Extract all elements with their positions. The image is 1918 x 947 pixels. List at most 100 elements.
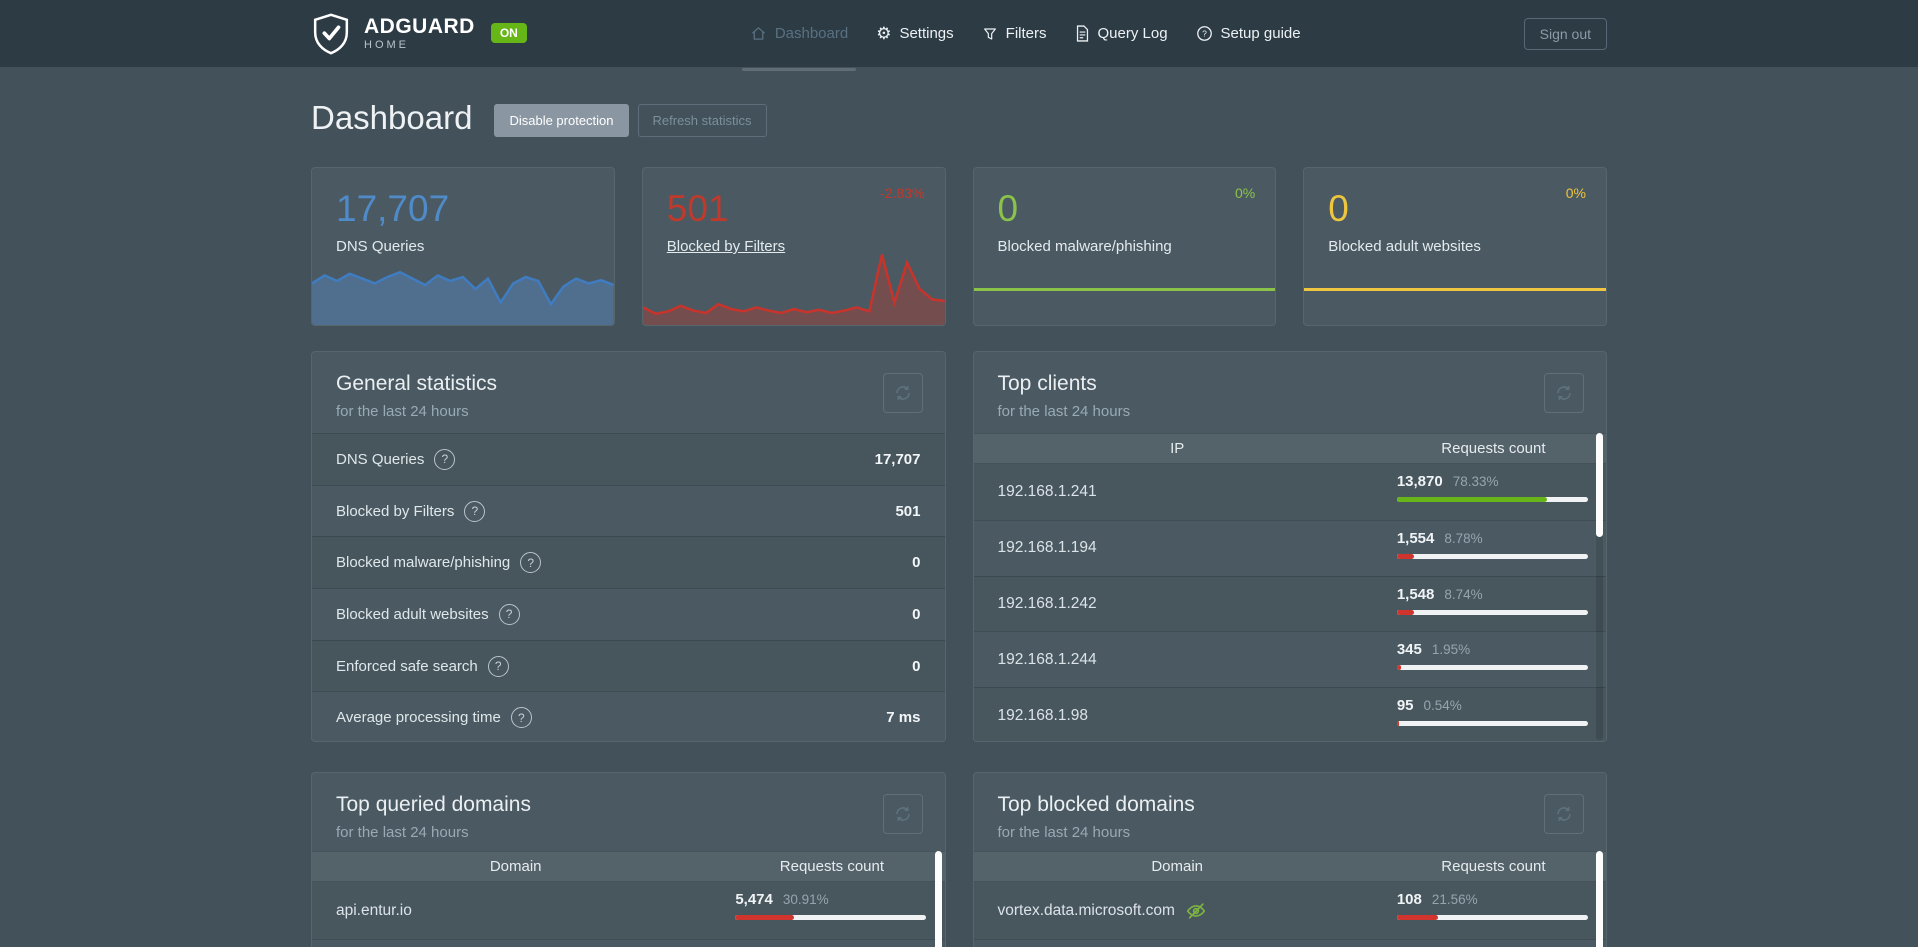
requests-percent: 8.78% [1444, 531, 1482, 546]
card-value: 17,707 [336, 188, 614, 230]
nav-label: Dashboard [775, 25, 848, 42]
help-icon[interactable]: ? [488, 656, 509, 677]
progress-bar [1397, 554, 1588, 559]
column-header-domain[interactable]: Domain [974, 858, 1381, 875]
requests-percent: 21.56% [1432, 892, 1478, 907]
client-ip: 192.168.1.194 [974, 521, 1381, 576]
dashboard-page: Dashboard Disable protection Refresh sta… [311, 98, 1607, 947]
nav-item-settings[interactable]: ⚙ Settings [862, 0, 967, 67]
client-ip: 192.168.1.244 [974, 632, 1381, 687]
client-ip: 192.168.1.241 [974, 464, 1381, 520]
table-row: api.entur.io 5,47430.91% [312, 882, 945, 939]
requests-count: 1,554 [1397, 530, 1435, 547]
client-ip: 192.168.1.242 [974, 577, 1381, 632]
top-clients-panel: Top clients for the last 24 hours IP Req… [973, 351, 1608, 742]
scrollbar-track[interactable] [935, 851, 942, 947]
main-nav: Dashboard ⚙ Settings Filters Qu [527, 0, 1524, 67]
stat-cards: 17,707 DNS Queries -2.83% 501 Blocked by… [311, 167, 1607, 326]
refresh-icon [894, 384, 912, 402]
table-row: 192.168.1.244 3451.95% [974, 631, 1607, 687]
nav-item-filters[interactable]: Filters [968, 0, 1061, 67]
refresh-panel-button[interactable] [1544, 794, 1584, 834]
nav-item-dashboard[interactable]: Dashboard [736, 0, 862, 67]
refresh-panel-button[interactable] [1544, 373, 1584, 413]
refresh-statistics-button[interactable]: Refresh statistics [638, 104, 767, 137]
scrollbar-thumb[interactable] [935, 851, 942, 947]
stat-row: DNS Queries? 17,707 [312, 433, 945, 485]
nav-label: Setup guide [1221, 25, 1301, 42]
progress-bar [1397, 610, 1588, 615]
table-header: IP Requests count [974, 433, 1607, 464]
card-label: Blocked malware/phishing [998, 238, 1172, 255]
column-header-ip[interactable]: IP [974, 440, 1381, 457]
stat-value: 7 ms [886, 709, 920, 726]
panel-title: Top clients [998, 372, 1583, 396]
progress-bar [735, 915, 926, 920]
panel-subtitle: for the last 24 hours [998, 403, 1583, 420]
scrollbar-thumb[interactable] [1596, 433, 1603, 537]
refresh-panel-button[interactable] [883, 794, 923, 834]
nav-item-query-log[interactable]: Query Log [1061, 0, 1182, 67]
stat-label: Blocked adult websites [336, 606, 489, 623]
scrollbar-track[interactable] [1596, 851, 1603, 947]
sign-out-button[interactable]: Sign out [1524, 18, 1607, 50]
scrollbar-track[interactable] [1596, 433, 1603, 740]
requests-count: 1,548 [1397, 586, 1435, 603]
disable-protection-button[interactable]: Disable protection [494, 104, 628, 137]
stat-value: 0 [912, 658, 920, 675]
brand: ADGUARD HOME ON [311, 12, 527, 56]
stat-row: Average processing time? 7 ms [312, 691, 945, 742]
nav-item-setup-guide[interactable]: ? Setup guide [1182, 0, 1315, 67]
card-dns-queries: 17,707 DNS Queries [311, 167, 615, 326]
help-icon[interactable]: ? [464, 501, 485, 522]
top-queried-domains-panel: Top queried domains for the last 24 hour… [311, 772, 946, 947]
nav-label: Filters [1006, 25, 1047, 42]
page-title: Dashboard [311, 99, 472, 137]
table-row: 192.168.1.242 1,548 8.74% [974, 576, 1607, 632]
blocked-filters-sparkline [643, 245, 945, 325]
top-navbar: ADGUARD HOME ON Dashboard ⚙ Settings Fil… [0, 0, 1918, 67]
svg-text:?: ? [1202, 29, 1207, 39]
requests-percent: 78.33% [1453, 474, 1499, 489]
refresh-panel-button[interactable] [883, 373, 923, 413]
stat-value: 0 [912, 606, 920, 623]
table-row: 192.168.1.98 950.54% [974, 687, 1607, 742]
eye-off-icon[interactable] [1185, 900, 1207, 922]
requests-percent: 8.74% [1444, 587, 1482, 602]
card-label: Blocked adult websites [1328, 238, 1481, 255]
requests-count: 5,474 [735, 891, 773, 908]
general-statistics-rows: DNS Queries? 17,707 Blocked by Filters? … [312, 433, 945, 742]
scrollbar-thumb[interactable] [1596, 851, 1603, 947]
adguard-shield-icon [311, 12, 351, 56]
requests-percent: 30.91% [783, 892, 829, 907]
column-header-requests[interactable]: Requests count [1381, 440, 1606, 457]
help-icon[interactable]: ? [520, 552, 541, 573]
table-row [312, 939, 945, 947]
column-header-requests[interactable]: Requests count [1381, 858, 1606, 875]
requests-count: 108 [1397, 891, 1422, 908]
card-value: 0 [998, 188, 1276, 230]
top-blocked-table: vortex.data.microsoft.com 10821.56% [974, 882, 1607, 947]
top-blocked-domains-panel: Top blocked domains for the last 24 hour… [973, 772, 1608, 947]
help-icon[interactable]: ? [499, 604, 520, 625]
progress-bar [1397, 497, 1588, 502]
help-icon[interactable]: ? [434, 449, 455, 470]
column-header-domain[interactable]: Domain [312, 858, 719, 875]
protection-status-badge: ON [491, 23, 527, 43]
home-icon [750, 25, 767, 42]
progress-bar [1397, 915, 1588, 920]
card-blocked-adult: 0% 0 Blocked adult websites [1303, 167, 1607, 326]
stat-row: Blocked adult websites? 0 [312, 588, 945, 640]
stat-value: 17,707 [875, 451, 921, 468]
table-header: Domain Requests count [974, 851, 1607, 882]
stat-row: Enforced safe search? 0 [312, 640, 945, 692]
change-percent: -2.83% [880, 185, 924, 201]
refresh-icon [1555, 805, 1573, 823]
change-percent: 0% [1235, 185, 1255, 201]
column-header-requests[interactable]: Requests count [719, 858, 944, 875]
card-value: 0 [1328, 188, 1606, 230]
general-statistics-panel: General statistics for the last 24 hours… [311, 351, 946, 742]
table-row: 192.168.1.194 1,554 8.78% [974, 520, 1607, 576]
refresh-icon [894, 805, 912, 823]
help-icon[interactable]: ? [511, 707, 532, 728]
